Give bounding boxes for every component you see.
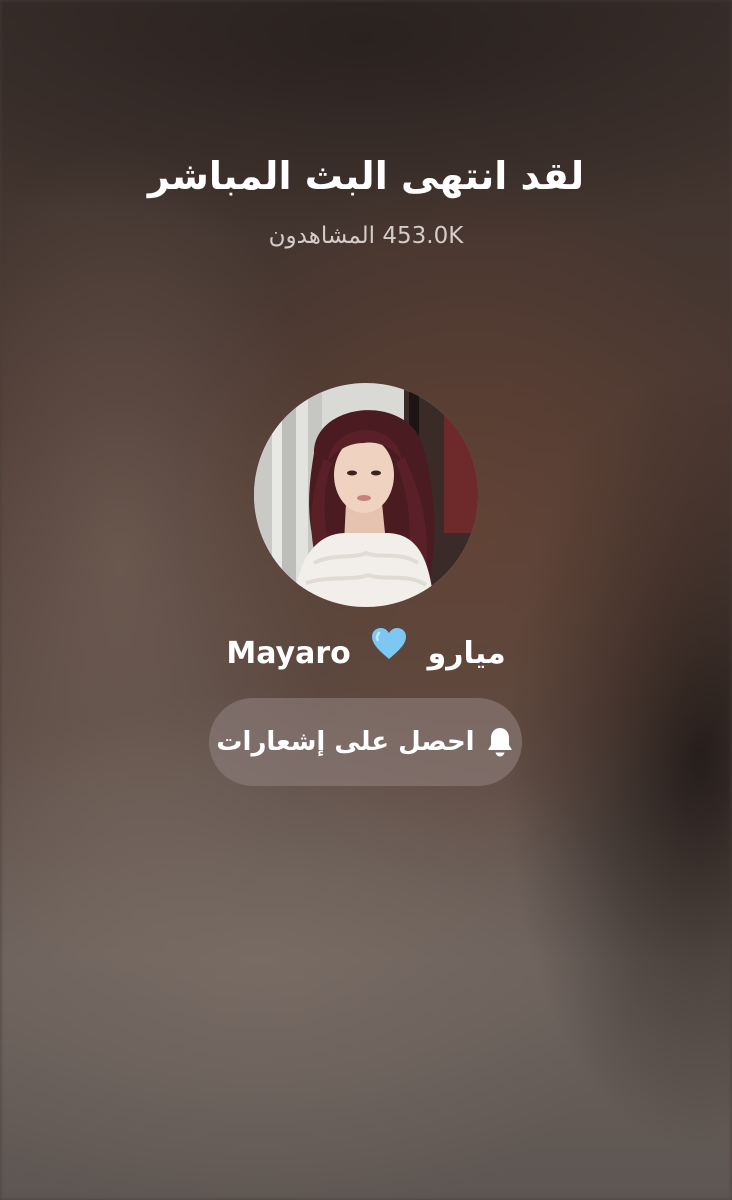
avatar[interactable] [254,383,478,607]
bell-icon [485,726,515,758]
get-notifications-label: احصل على إشعارات [216,727,475,757]
profile-photo [254,383,478,607]
viewers-count: 453.0K المشاهدون [268,223,464,249]
streamer-name-latin: Mayaro [226,636,351,671]
streamer-name-arabic: ميارو [427,636,506,671]
stream-ended-screen: لقد انتهى البث المباشر 453.0K المشاهدون [0,0,732,1200]
streamer-name[interactable]: ميارو Mayaro [0,627,732,678]
get-notifications-button[interactable]: احصل على إشعارات [209,698,522,786]
blue-heart-icon [371,627,407,675]
stream-ended-title: لقد انتهى البث المباشر [147,154,585,198]
